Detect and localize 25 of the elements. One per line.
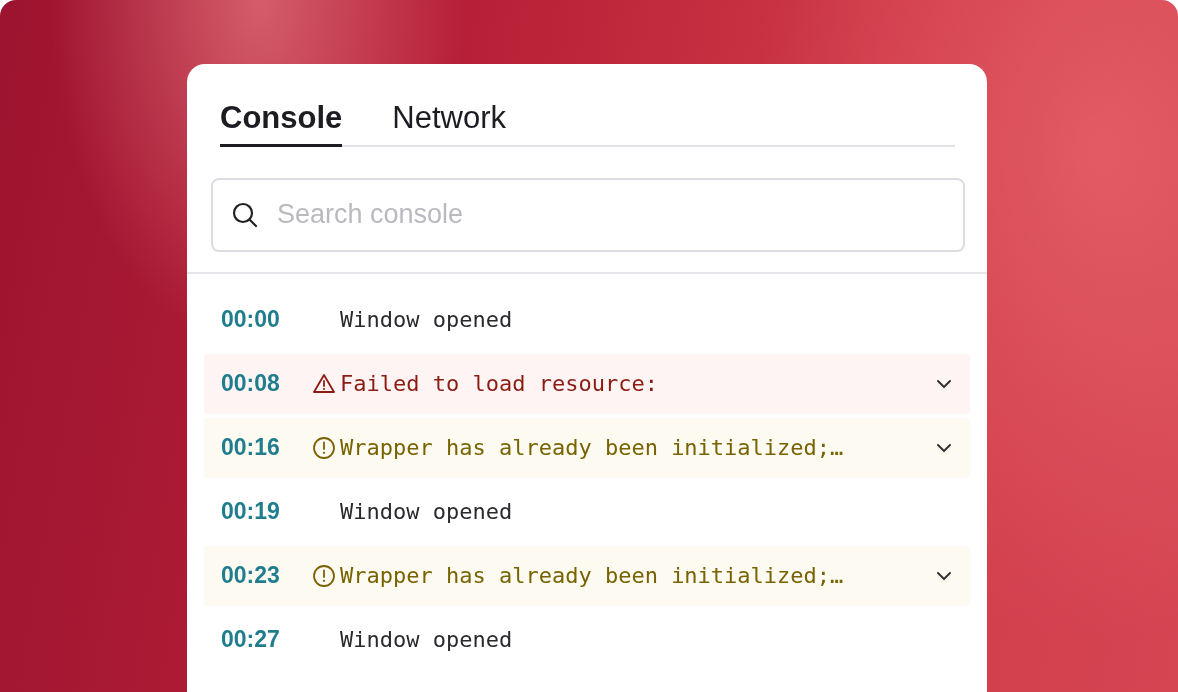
warning-triangle-icon bbox=[312, 371, 336, 396]
log-time: 00:23 bbox=[221, 561, 281, 591]
log-time: 00:00 bbox=[221, 305, 281, 335]
exclamation-circle-icon bbox=[312, 563, 336, 588]
log-time: 00:27 bbox=[221, 625, 281, 655]
error-log-row[interactable]: 00:08 Failed to load resource: bbox=[204, 353, 970, 414]
log-message: Wrapper has already been initialized;… bbox=[340, 562, 845, 591]
log-time: 00:08 bbox=[221, 369, 281, 399]
log-message: Window opened bbox=[340, 626, 514, 655]
warning-log-row[interactable]: 00:16 Wrapper has already been initialized;… bbox=[204, 417, 970, 478]
tab[interactable]: Network bbox=[392, 100, 506, 147]
log-message: Window opened bbox=[340, 498, 514, 527]
chevron-down-icon[interactable] bbox=[936, 570, 952, 581]
search-icon bbox=[231, 200, 259, 229]
search-field[interactable]: Search console bbox=[211, 177, 965, 252]
chevron-down-icon[interactable] bbox=[936, 442, 952, 453]
chevron-down-icon[interactable] bbox=[936, 378, 952, 389]
warning-log-row[interactable]: 00:23 Wrapper has already been initialized;… bbox=[204, 545, 970, 606]
tab[interactable]: Console bbox=[220, 100, 343, 147]
log-message: Window opened bbox=[340, 306, 514, 335]
log-message: Wrapper has already been initialized;… bbox=[340, 434, 845, 463]
log-time: 00:16 bbox=[221, 433, 281, 463]
log-message: Failed to load resource: bbox=[340, 370, 659, 399]
log-time: 00:19 bbox=[221, 497, 281, 527]
exclamation-circle-icon bbox=[312, 435, 336, 460]
